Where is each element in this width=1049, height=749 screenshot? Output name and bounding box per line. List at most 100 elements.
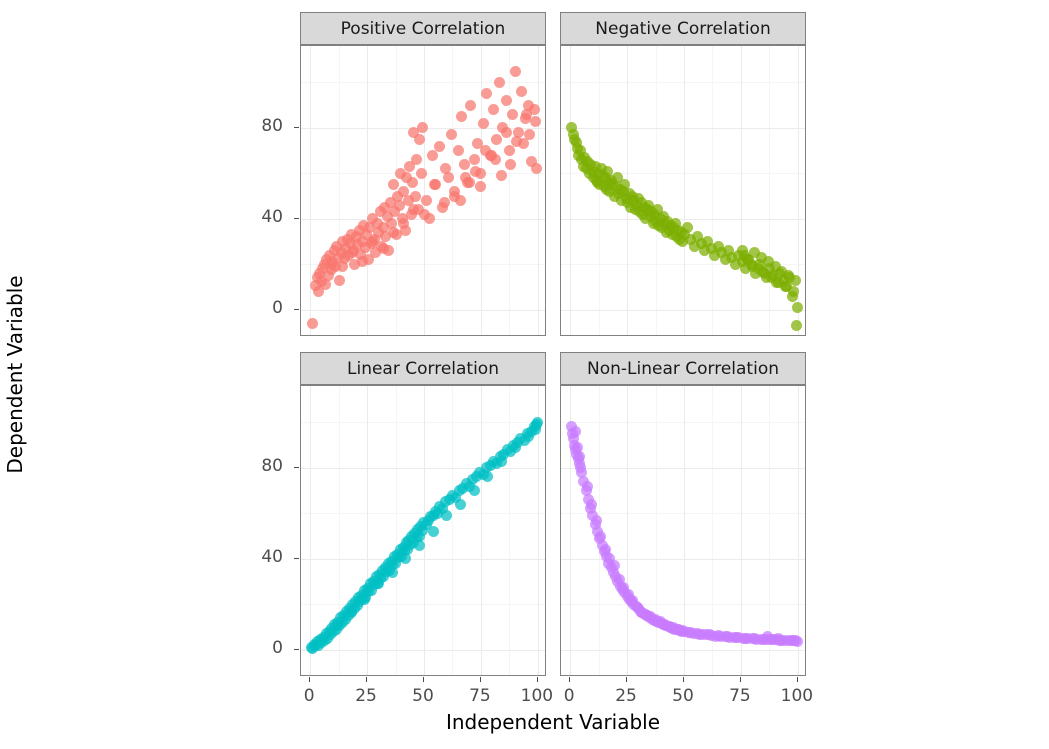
x-tick-label: 25 bbox=[615, 686, 637, 706]
data-point bbox=[481, 88, 493, 100]
x-tick-mark bbox=[683, 677, 684, 682]
data-point bbox=[418, 208, 430, 220]
data-point bbox=[407, 176, 419, 188]
data-point bbox=[792, 301, 804, 313]
data-point bbox=[569, 425, 581, 437]
gridline-major-horizontal bbox=[561, 127, 805, 130]
data-point bbox=[494, 76, 506, 88]
y-tick-mark bbox=[294, 308, 299, 310]
y-tick-label: 40 bbox=[261, 206, 283, 227]
data-point bbox=[372, 578, 384, 590]
facet-panel-4: Non-Linear Correlation bbox=[560, 352, 806, 676]
y-tick-mark bbox=[294, 466, 299, 468]
gridline-minor-horizontal bbox=[301, 604, 545, 606]
x-tick-mark bbox=[796, 677, 798, 682]
data-point bbox=[446, 129, 458, 141]
gridline-major-horizontal bbox=[301, 558, 545, 560]
y-tick-label: 40 bbox=[261, 546, 283, 567]
data-point bbox=[773, 632, 785, 644]
gridline-minor-vertical bbox=[655, 46, 657, 335]
data-point bbox=[516, 85, 528, 97]
x-axis-title: Independent Variable bbox=[445, 710, 661, 734]
data-point bbox=[413, 539, 425, 551]
gridline-major-horizontal bbox=[301, 309, 545, 311]
data-point bbox=[420, 195, 432, 207]
data-point bbox=[387, 226, 399, 238]
data-point bbox=[505, 158, 517, 170]
y-tick-label: 0 bbox=[272, 297, 283, 318]
data-point bbox=[387, 179, 399, 191]
data-point bbox=[761, 630, 773, 642]
data-point bbox=[601, 183, 613, 195]
y-tick-label: 80 bbox=[261, 115, 283, 136]
data-point bbox=[307, 317, 319, 329]
gridline-major-horizontal bbox=[561, 467, 805, 470]
y-tick-label: 0 bbox=[272, 637, 283, 658]
x-tick-mark bbox=[626, 677, 628, 682]
gridline-major-horizontal bbox=[561, 218, 805, 220]
x-tick-label: 0 bbox=[303, 686, 315, 706]
data-point bbox=[490, 133, 502, 145]
plot-panel-3 bbox=[300, 385, 546, 676]
gridline-minor-vertical bbox=[598, 46, 600, 335]
data-point bbox=[441, 510, 453, 522]
x-tick-label: 100 bbox=[780, 686, 814, 706]
data-point bbox=[478, 117, 490, 129]
data-point bbox=[377, 242, 389, 254]
data-point bbox=[468, 485, 480, 497]
gridline-major-vertical bbox=[740, 46, 743, 335]
gridline-major-vertical bbox=[367, 46, 369, 335]
gridline-major-vertical bbox=[740, 386, 743, 675]
data-point bbox=[495, 455, 507, 467]
data-point bbox=[411, 154, 423, 166]
data-point bbox=[439, 197, 450, 209]
x-tick-label: 75 bbox=[729, 686, 751, 706]
data-point bbox=[590, 514, 602, 526]
data-point bbox=[454, 195, 466, 207]
data-point bbox=[506, 108, 518, 120]
data-point bbox=[495, 170, 507, 182]
data-point bbox=[455, 110, 467, 122]
y-tick-mark bbox=[294, 217, 299, 219]
facet-strip-label: Non-Linear Correlation bbox=[586, 358, 779, 379]
gridline-major-horizontal bbox=[561, 558, 805, 560]
data-point bbox=[336, 261, 348, 273]
facet-panel-3: Linear Correlation bbox=[300, 352, 546, 676]
facet-strip-label: Negative Correlation bbox=[595, 18, 771, 39]
gridline-minor-vertical bbox=[769, 46, 771, 335]
gridline-minor-vertical bbox=[712, 46, 714, 335]
data-point bbox=[427, 526, 439, 537]
data-point bbox=[510, 65, 522, 77]
gridline-minor-horizontal bbox=[301, 422, 545, 424]
data-point bbox=[791, 320, 803, 332]
plot-panel-4 bbox=[560, 385, 806, 676]
data-point bbox=[334, 274, 346, 286]
x-tick-mark bbox=[423, 677, 424, 682]
data-point bbox=[465, 99, 477, 111]
gridline-major-vertical bbox=[310, 46, 312, 335]
data-point bbox=[586, 498, 598, 510]
gridline-minor-vertical bbox=[395, 386, 397, 675]
data-point bbox=[468, 154, 480, 166]
gridline-major-vertical bbox=[570, 46, 572, 335]
data-point bbox=[428, 179, 440, 191]
data-point bbox=[433, 140, 445, 152]
plot-panel-1 bbox=[300, 45, 546, 336]
data-point bbox=[790, 274, 802, 286]
data-point bbox=[503, 145, 515, 157]
data-point bbox=[386, 566, 398, 578]
data-point bbox=[469, 165, 481, 177]
x-tick-mark bbox=[569, 677, 571, 682]
gridline-major-vertical bbox=[537, 46, 540, 335]
gridline-major-vertical bbox=[627, 386, 629, 675]
x-tick-label: 75 bbox=[469, 686, 491, 706]
data-point bbox=[485, 149, 497, 161]
data-point bbox=[517, 138, 529, 150]
data-point bbox=[326, 258, 338, 270]
facet-strip-1: Positive Correlation bbox=[300, 12, 546, 45]
x-tick-label: 50 bbox=[672, 686, 694, 706]
gridline-major-horizontal bbox=[301, 467, 545, 470]
facet-panel-1: Positive Correlation bbox=[300, 12, 546, 336]
x-tick-mark bbox=[536, 677, 538, 682]
gridline-major-vertical bbox=[310, 386, 312, 675]
